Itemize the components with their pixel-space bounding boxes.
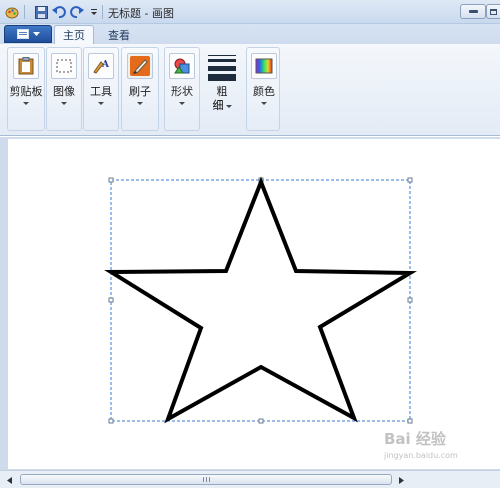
chevron-left-icon — [6, 476, 12, 484]
tools-button[interactable]: A 工具 — [84, 50, 118, 128]
chevron-down-icon — [32, 31, 40, 36]
brush-icon — [127, 53, 153, 79]
clipboard-button[interactable]: 剪贴板 — [9, 50, 43, 128]
workspace — [0, 137, 500, 470]
chevron-down-icon — [261, 102, 267, 105]
tab-home[interactable]: 主页 — [54, 25, 94, 44]
ribbon-tabs: 主页 查看 — [0, 24, 500, 44]
resize-handle[interactable] — [407, 177, 413, 183]
colors-group: 颜色 — [246, 47, 280, 131]
shapes-label: 形状 — [171, 85, 193, 98]
watermark-url: jingyan.baidu.com — [384, 451, 458, 460]
chevron-down-icon — [98, 102, 104, 105]
redo-icon[interactable] — [69, 4, 85, 20]
chevron-down-icon — [225, 104, 232, 108]
save-icon[interactable] — [33, 4, 49, 20]
maximize-button[interactable] — [486, 4, 500, 19]
svg-text:A: A — [101, 60, 110, 70]
horizontal-scrollbar[interactable] — [0, 470, 500, 488]
brushes-group: 刷子 — [121, 47, 159, 131]
tools-group: A 工具 — [83, 47, 119, 131]
watermark-logo: Bai 经验 — [384, 430, 446, 448]
watermark: Bai 经验 jingyan.baidu.com — [384, 428, 494, 468]
chevron-down-icon — [179, 102, 185, 105]
resize-handle[interactable] — [407, 297, 413, 303]
ribbon: 剪贴板 图像 A 工具 刷子 形状 粗 细 颜色 — [0, 44, 500, 136]
clipboard-group: 剪贴板 — [7, 47, 45, 131]
minimize-button[interactable] — [460, 4, 486, 19]
line-width-icon — [208, 55, 236, 81]
shapes-button[interactable]: 形状 — [165, 50, 199, 128]
shapes-icon — [169, 53, 195, 79]
image-group: 图像 — [46, 47, 82, 131]
resize-handle[interactable] — [108, 418, 114, 424]
star-shape[interactable] — [104, 176, 418, 424]
chevron-down-icon — [137, 102, 143, 105]
size-button[interactable]: 粗 细 — [205, 50, 239, 128]
chevron-down-icon — [23, 102, 29, 105]
size-group: 粗 细 — [202, 47, 240, 131]
menu-icon — [16, 29, 29, 39]
size-label-line2: 细 — [212, 99, 224, 112]
colors-label: 颜色 — [253, 85, 275, 98]
image-button[interactable]: 图像 — [47, 50, 81, 128]
chevron-down-icon — [61, 102, 67, 105]
select-icon — [51, 53, 77, 79]
tools-label: 工具 — [90, 85, 112, 98]
tab-view[interactable]: 查看 — [100, 25, 138, 44]
resize-handle[interactable] — [258, 418, 264, 424]
title-bar: 无标题 - 画图 — [0, 0, 500, 24]
paint-app-icon[interactable] — [4, 4, 20, 20]
colors-button[interactable]: 颜色 — [247, 50, 281, 128]
brushes-label: 刷子 — [129, 85, 151, 98]
scroll-right-button[interactable] — [396, 474, 406, 486]
canvas-drawing — [104, 176, 418, 424]
resize-handle[interactable] — [108, 297, 114, 303]
resize-handle[interactable] — [407, 418, 413, 424]
paint-menu-button[interactable] — [4, 25, 52, 43]
resize-handle[interactable] — [108, 177, 114, 183]
color-palette-icon — [251, 53, 277, 79]
customize-qat-dropdown[interactable] — [86, 4, 102, 20]
image-label: 图像 — [53, 85, 75, 98]
chevron-right-icon — [398, 476, 404, 484]
shapes-group: 形状 — [164, 47, 200, 131]
clipboard-icon — [13, 53, 39, 79]
clipboard-label: 剪贴板 — [9, 85, 43, 98]
scroll-thumb[interactable] — [20, 474, 392, 485]
brushes-button[interactable]: 刷子 — [123, 50, 157, 128]
scroll-left-button[interactable] — [4, 474, 14, 486]
minimize-icon — [468, 10, 478, 13]
size-label-line1: 粗 — [216, 85, 228, 98]
drawing-canvas[interactable] — [8, 139, 500, 469]
undo-icon[interactable] — [51, 4, 67, 20]
window-title: 无标题 - 画图 — [108, 7, 174, 20]
pencil-text-icon: A — [88, 53, 114, 79]
maximize-icon — [490, 8, 497, 15]
